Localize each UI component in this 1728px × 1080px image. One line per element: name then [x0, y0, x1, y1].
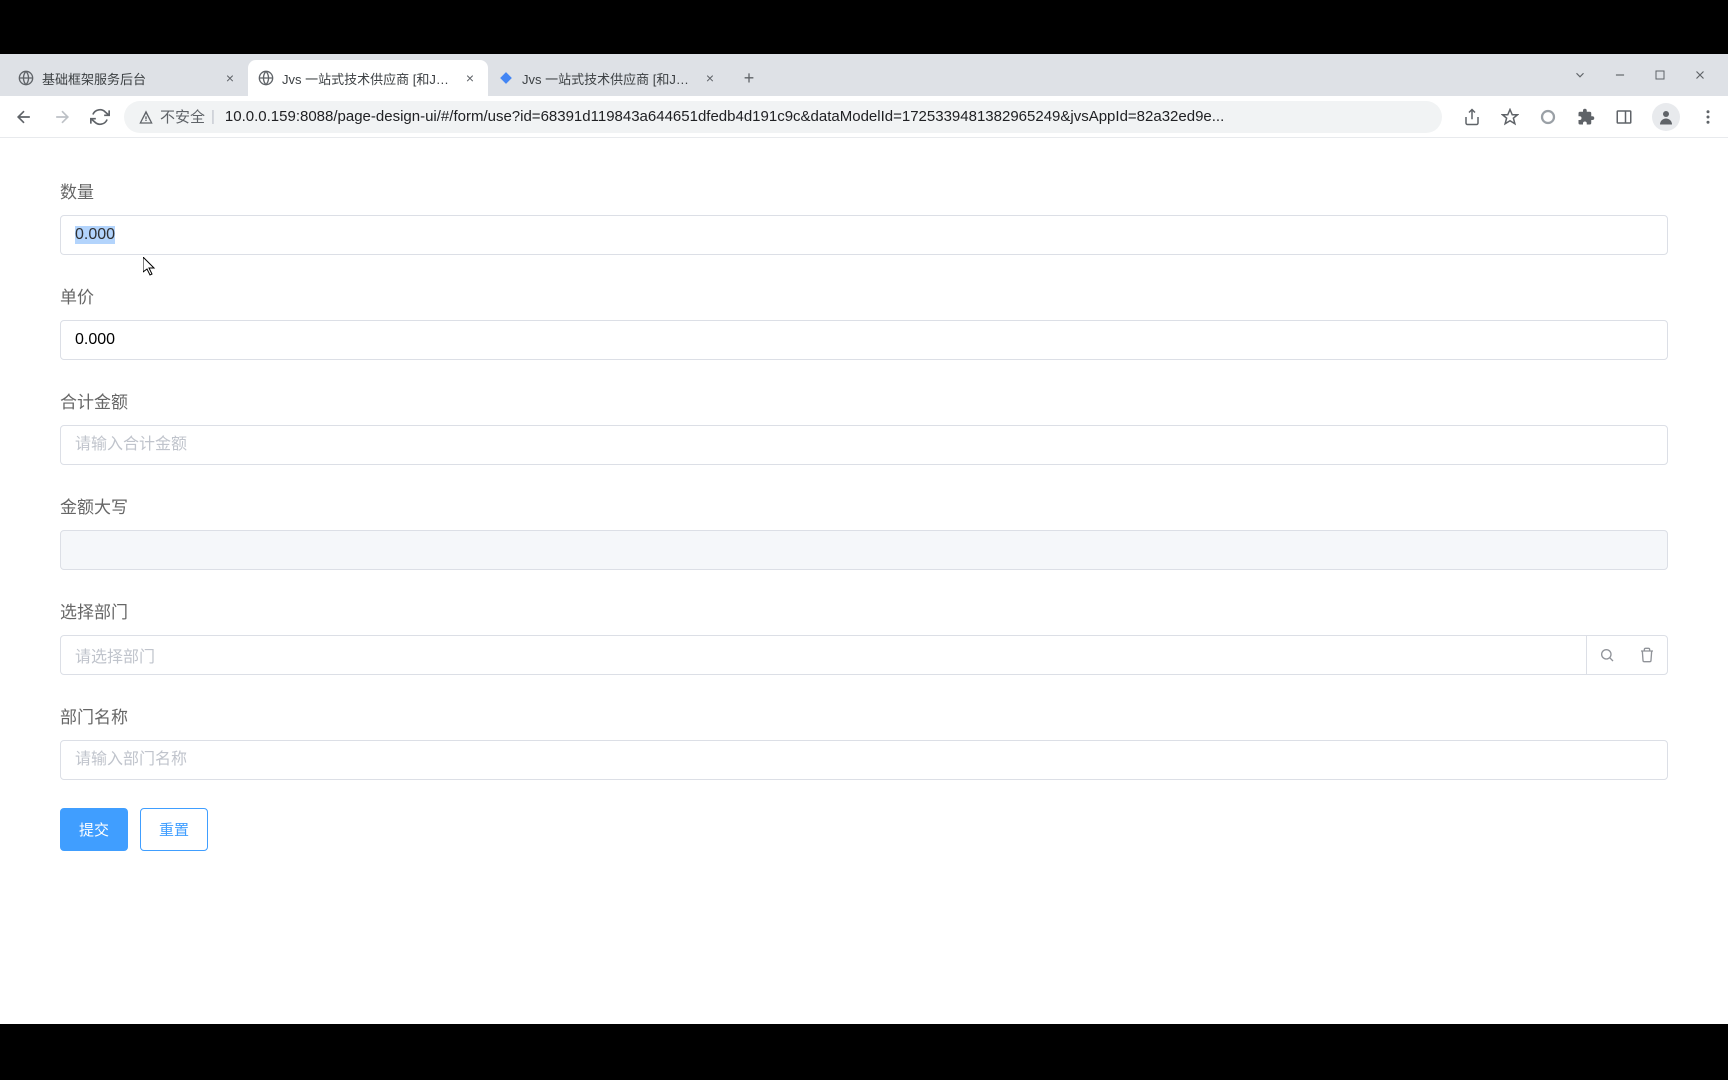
- close-window-icon[interactable]: [1692, 67, 1708, 83]
- sidepanel-icon[interactable]: [1614, 107, 1634, 127]
- address-bar: 不安全 | 10.0.0.159:8088/page-design-ui/#/f…: [0, 96, 1728, 138]
- unit-price-input[interactable]: 0.000: [60, 320, 1668, 360]
- circle-icon[interactable]: [1538, 107, 1558, 127]
- globe-icon: [18, 70, 34, 86]
- tab-item[interactable]: Jvs 一站式技术供应商 [和JVS— ×: [488, 60, 728, 96]
- quantity-label: 数量: [60, 178, 1668, 203]
- star-icon[interactable]: [1500, 107, 1520, 127]
- tab-title: 基础框架服务后台: [42, 69, 214, 88]
- form-page: 数量 0.000 单价 0.000 合计金额 金额大写 选择部门 请选择部门: [0, 138, 1728, 891]
- close-icon[interactable]: ×: [702, 70, 718, 86]
- minimize-icon[interactable]: [1612, 67, 1628, 83]
- security-indicator[interactable]: 不安全 |: [138, 106, 215, 127]
- forward-button[interactable]: [48, 103, 76, 131]
- close-icon[interactable]: ×: [222, 70, 238, 86]
- total-amount-input[interactable]: [60, 425, 1668, 465]
- delete-icon[interactable]: [1627, 636, 1667, 674]
- close-icon[interactable]: ×: [462, 70, 478, 86]
- select-dept-placeholder: 请选择部门: [61, 643, 1586, 667]
- extensions-icon[interactable]: [1576, 107, 1596, 127]
- globe-icon: [258, 70, 274, 86]
- dept-name-input[interactable]: [60, 740, 1668, 780]
- chevron-down-icon[interactable]: [1572, 67, 1588, 83]
- share-icon[interactable]: [1462, 107, 1482, 127]
- quantity-input[interactable]: 0.000: [60, 215, 1668, 255]
- reset-button[interactable]: 重置: [140, 808, 208, 851]
- select-dept-input[interactable]: 请选择部门: [60, 635, 1668, 675]
- total-amount-label: 合计金额: [60, 388, 1668, 413]
- url-text: 10.0.0.159:8088/page-design-ui/#/form/us…: [225, 108, 1428, 125]
- url-bar[interactable]: 不安全 | 10.0.0.159:8088/page-design-ui/#/f…: [124, 101, 1442, 133]
- tab-item[interactable]: 基础框架服务后台 ×: [8, 60, 248, 96]
- select-dept-label: 选择部门: [60, 598, 1668, 623]
- profile-icon[interactable]: [1652, 103, 1680, 131]
- tab-bar: 基础框架服务后台 × Jvs 一站式技术供应商 [和JVS— × Jvs 一站式…: [0, 54, 1728, 96]
- amount-caps-input: [60, 530, 1668, 570]
- tab-item-active[interactable]: Jvs 一站式技术供应商 [和JVS— ×: [248, 60, 488, 96]
- dept-name-label: 部门名称: [60, 703, 1668, 728]
- tab-title: Jvs 一站式技术供应商 [和JVS—: [282, 69, 454, 88]
- back-button[interactable]: [10, 103, 38, 131]
- new-tab-button[interactable]: +: [734, 63, 764, 93]
- tab-title: Jvs 一站式技术供应商 [和JVS—: [522, 69, 694, 88]
- unit-price-value: 0.000: [75, 331, 115, 349]
- maximize-icon[interactable]: [1652, 67, 1668, 83]
- search-icon[interactable]: [1587, 636, 1627, 674]
- diamond-icon: [498, 70, 514, 86]
- quantity-value-selected: 0.000: [75, 226, 115, 244]
- security-label: 不安全: [160, 106, 205, 127]
- menu-icon[interactable]: [1698, 107, 1718, 127]
- unit-price-label: 单价: [60, 283, 1668, 308]
- amount-caps-label: 金额大写: [60, 493, 1668, 518]
- reload-button[interactable]: [86, 103, 114, 131]
- submit-button[interactable]: 提交: [60, 808, 128, 851]
